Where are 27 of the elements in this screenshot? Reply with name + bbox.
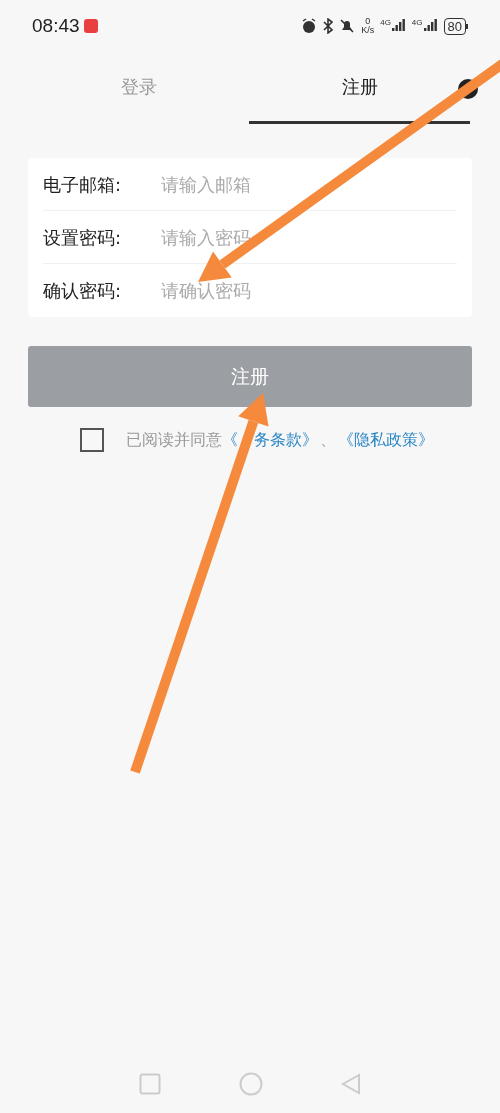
battery-level: 80 (443, 17, 466, 35)
muted-bell-icon (339, 18, 356, 34)
clock-time: 08:43 (32, 13, 80, 38)
agreement-text: 已阅读并同意 (126, 429, 222, 451)
input-field[interactable]: 请输入邮箱 (161, 170, 457, 198)
network-type: 4G (380, 19, 391, 27)
speed-unit: K/s (361, 26, 375, 35)
bluetooth-icon (323, 18, 334, 34)
agreement-checkbox[interactable] (80, 428, 104, 452)
back-icon[interactable] (341, 1073, 361, 1095)
speed-value: 0 (365, 17, 371, 26)
field-label: 设置密码: (43, 225, 123, 250)
signal-icon (423, 19, 438, 33)
recent-apps-icon[interactable] (139, 1073, 161, 1095)
terms-link[interactable]: 《 务条款》 (222, 428, 318, 452)
network-type: 4G (411, 19, 423, 27)
app-notification-icon (83, 19, 98, 33)
privacy-link[interactable]: 《隐私政策》 (338, 428, 434, 452)
home-icon[interactable] (239, 1072, 263, 1096)
alarm-icon (301, 18, 318, 34)
signal-icon (391, 19, 406, 33)
input-field[interactable]: 请确认密码 (161, 277, 457, 304)
separator-text: 、 (320, 429, 336, 451)
field-label: 电子邮箱: (43, 172, 123, 197)
register-button[interactable]: 注册 (28, 346, 472, 407)
tab[interactable]: 登录 (28, 52, 249, 124)
field-label: 确认密码: (43, 279, 123, 303)
